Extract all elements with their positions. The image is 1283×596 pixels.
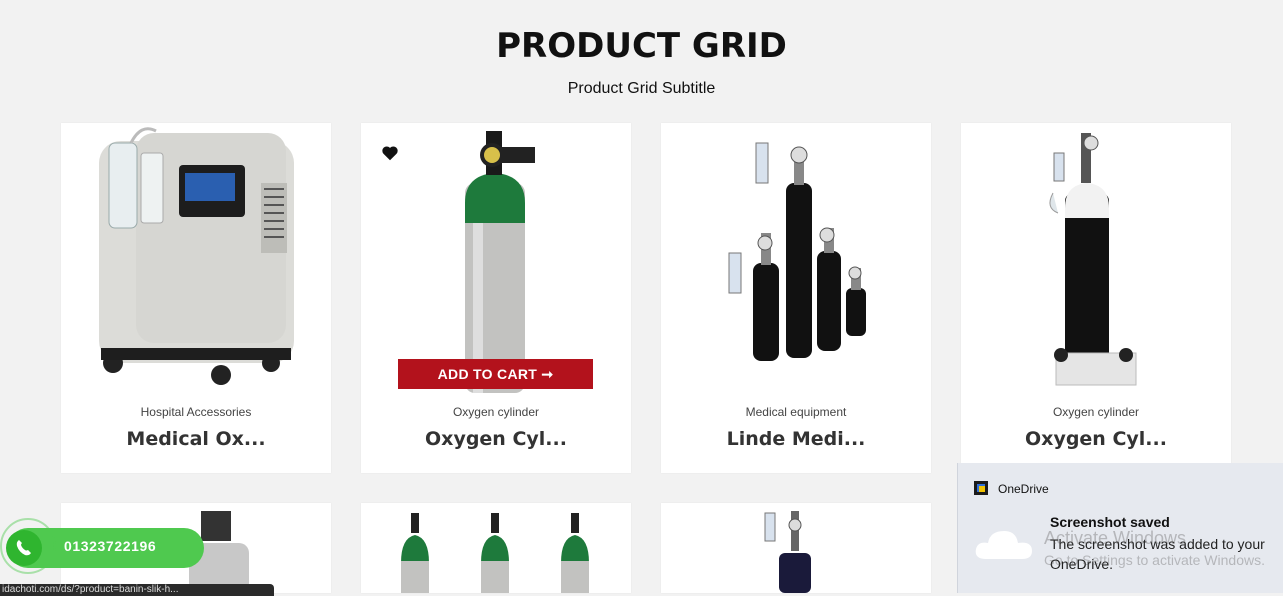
product-name[interactable]: Linde Medi... (661, 428, 931, 450)
product-image-cylinder-set[interactable] (661, 123, 931, 393)
cloud-icon (975, 531, 1032, 559)
product-image-aluminum-oxygen-cylinder[interactable] (361, 123, 631, 393)
product-category: Oxygen cylinder (452, 405, 540, 419)
product-name[interactable]: Oxygen Cyl... (361, 428, 631, 450)
product-category: Medical equipment (745, 405, 847, 419)
product-image-oxygen-concentrator[interactable] (61, 123, 331, 393)
product-card[interactable] (661, 503, 931, 593)
product-image-cylinder-trolley[interactable] (961, 123, 1231, 393)
phone-icon[interactable] (6, 530, 42, 566)
onedrive-app-icon (974, 481, 988, 495)
product-card[interactable] (361, 503, 631, 593)
product-name[interactable]: Medical Ox... (61, 428, 331, 450)
add-to-cart-label: ADD TO CART (437, 366, 538, 382)
product-category: Oxygen cylinder (1052, 405, 1140, 419)
product-card[interactable]: ADD TO CART ➞ Oxygen cylinder Oxygen Cyl… (361, 123, 631, 473)
product-image[interactable] (661, 503, 931, 593)
browser-status-url: idachoti.com/ds/?product=banin-slik-h... (0, 584, 274, 596)
heart-icon[interactable] (381, 145, 399, 166)
product-card[interactable]: Medical equipment Linde Medi... (661, 123, 931, 473)
arrow-right-icon: ➞ (541, 366, 554, 382)
product-image[interactable] (361, 503, 631, 593)
windows-activation-watermark: Activate Windows (1044, 528, 1187, 548)
page-header: PRODUCT GRID Product Grid Subtitle (0, 22, 1283, 98)
product-category: Hospital Accessories (140, 405, 252, 419)
call-number[interactable]: 01323722196 (64, 538, 156, 554)
product-card[interactable]: Hospital Accessories Medical Ox... (61, 123, 331, 473)
page-title: PRODUCT GRID (496, 26, 787, 66)
notification-app-name: OneDrive (998, 482, 1049, 496)
windows-activation-hint: Go to Settings to activate Windows. (1044, 552, 1265, 568)
add-to-cart-button[interactable]: ADD TO CART ➞ (398, 359, 593, 389)
product-card[interactable]: Oxygen cylinder Oxygen Cyl... (961, 123, 1231, 473)
page-subtitle: Product Grid Subtitle (567, 80, 716, 97)
product-name[interactable]: Oxygen Cyl... (961, 428, 1231, 450)
